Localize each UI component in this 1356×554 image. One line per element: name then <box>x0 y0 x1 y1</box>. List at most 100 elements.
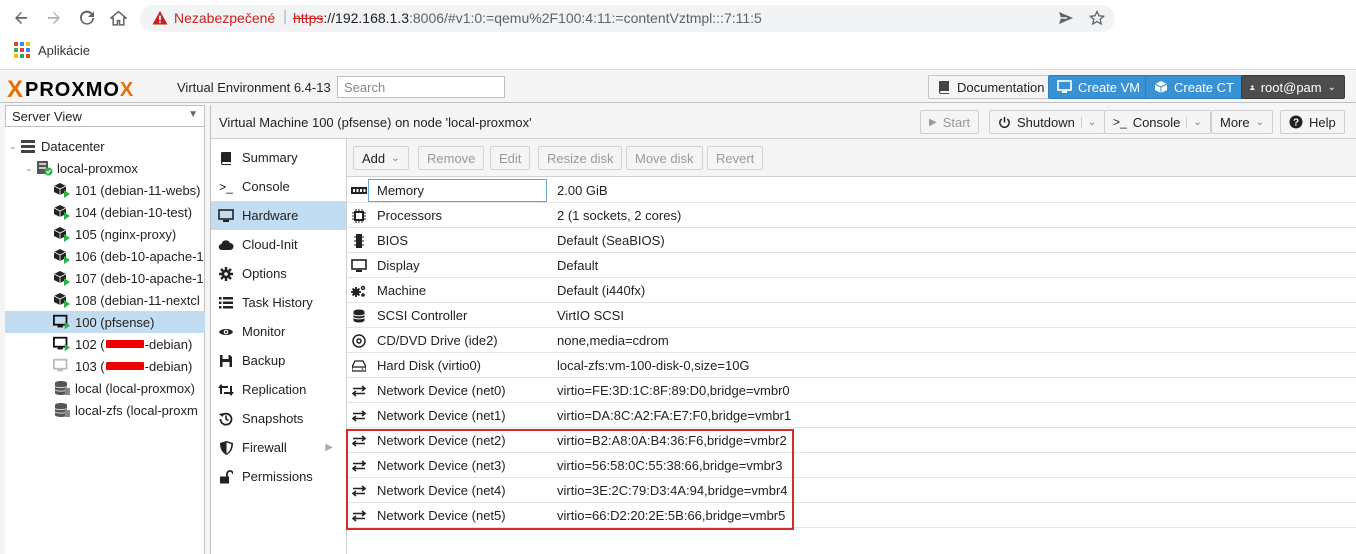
forward-arrow-icon[interactable] <box>41 6 67 30</box>
tree-item-ct-101[interactable]: 101 (debian-11-webs) <box>5 179 205 201</box>
table-row[interactable]: Network Device (net1) virtio=DA:8C:A2:FA… <box>347 403 1356 428</box>
hw-value: virtio=DA:8C:A2:FA:E7:F0,bridge=vmbr1 <box>557 408 792 423</box>
tree-item-label: 100 (pfsense) <box>75 314 155 330</box>
table-row[interactable]: Network Device (net2) virtio=B2:A8:0A:B4… <box>347 428 1356 453</box>
subnav-monitor[interactable]: Monitor <box>211 317 347 346</box>
table-row[interactable]: BIOS Default (SeaBIOS) <box>347 228 1356 253</box>
logo-x2: X <box>119 78 135 101</box>
remove-button[interactable]: Remove <box>418 146 485 170</box>
tree-item-vm-103[interactable]: 103 (-debian) <box>5 355 205 377</box>
back-arrow-icon[interactable] <box>8 6 34 30</box>
table-row[interactable]: Display Default <box>347 253 1356 278</box>
tree-item-label: 104 (debian-10-test) <box>75 204 193 220</box>
search-input[interactable]: Search <box>337 76 505 98</box>
tree-item-vm-100[interactable]: 100 (pfsense) <box>5 311 205 333</box>
create-ct-button[interactable]: Create CT <box>1145 75 1243 99</box>
vm-subnav: Summary >_ Console Hardware Cloud-Init O… <box>211 143 347 491</box>
subnav-console[interactable]: >_ Console <box>211 172 347 201</box>
resize-disk-button[interactable]: Resize disk <box>538 146 623 170</box>
shutdown-label: Shutdown <box>1017 114 1075 130</box>
subnav-hardware[interactable]: Hardware <box>211 201 347 230</box>
table-row[interactable]: Machine Default (i440fx) <box>347 278 1356 303</box>
tree-item-storage-local-zfs[interactable]: local-zfs (local-proxm <box>5 399 205 421</box>
tree-item-ct-105[interactable]: 105 (nginx-proxy) <box>5 223 205 245</box>
user-menu-button[interactable]: root@pam ⌄ <box>1241 75 1345 99</box>
collapse-icon[interactable]: ⌄ <box>9 141 19 152</box>
expand-arrow-icon[interactable]: ▶ <box>325 442 333 453</box>
console-button[interactable]: >_ Console ⌄ <box>1104 110 1211 134</box>
server-view-select[interactable]: Server View ▼ <box>5 105 205 127</box>
memory-icon <box>351 183 367 199</box>
address-bar[interactable]: Nezabezpečené | https://192.168.1.3:8006… <box>140 5 1115 32</box>
hw-name: Network Device (net2) <box>377 433 506 448</box>
more-label: More <box>1220 114 1250 130</box>
reload-icon[interactable] <box>74 6 100 30</box>
table-row[interactable]: Network Device (net0) virtio=FE:3D:1C:8F… <box>347 378 1356 403</box>
collapse-icon[interactable]: ⌄ <box>25 163 35 174</box>
hw-name: Network Device (net3) <box>377 458 506 473</box>
main-panel: Virtual Machine 100 (pfsense) on node 'l… <box>210 105 1356 554</box>
table-row[interactable]: Memory 2.00 GiB <box>347 178 1356 203</box>
tree-item-datacenter[interactable]: ⌄ Datacenter <box>5 135 205 157</box>
ct-running-icon <box>53 182 71 198</box>
apps-grid-icon[interactable] <box>14 42 30 58</box>
tree-item-ct-107[interactable]: 107 (deb-10-apache-1 <box>5 267 205 289</box>
subnav-cloud-init[interactable]: Cloud-Init <box>211 230 347 259</box>
tree-item-ct-106[interactable]: 106 (deb-10-apache-1 <box>5 245 205 267</box>
subnav-options[interactable]: Options <box>211 259 347 288</box>
book-icon <box>939 81 949 94</box>
shutdown-button[interactable]: Shutdown ⌄ <box>989 110 1106 134</box>
apps-bookmark-label[interactable]: Aplikácie <box>38 43 90 58</box>
subnav-firewall[interactable]: Firewall ▶ <box>211 433 347 462</box>
add-button[interactable]: Add ⌄ <box>353 146 409 170</box>
table-row[interactable]: SCSI Controller VirtIO SCSI <box>347 303 1356 328</box>
subnav-permissions[interactable]: Permissions <box>211 462 347 491</box>
hardware-view: Add ⌄ Remove Edit Resize disk Move disk … <box>346 139 1356 554</box>
table-row[interactable]: Network Device (net5) virtio=66:D2:20:2E… <box>347 503 1356 528</box>
tree-item-ct-108[interactable]: 108 (debian-11-nextcl <box>5 289 205 311</box>
more-button[interactable]: More ⌄ <box>1211 110 1274 134</box>
home-icon[interactable] <box>105 6 131 30</box>
move-disk-button[interactable]: Move disk <box>626 146 703 170</box>
ct-running-icon <box>53 292 71 308</box>
table-row[interactable]: Network Device (net4) virtio=3E:2C:79:D3… <box>347 478 1356 503</box>
subnav-snapshots[interactable]: Snapshots <box>211 404 347 433</box>
hw-value: virtio=FE:3D:1C:8F:89:D0,bridge=vmbr0 <box>557 383 790 398</box>
table-row[interactable]: Hard Disk (virtio0) local-zfs:vm-100-dis… <box>347 353 1356 378</box>
tree-item-node[interactable]: ⌄ local-proxmox <box>5 157 205 179</box>
tree-item-vm-102[interactable]: 102 (-debian) <box>5 333 205 355</box>
star-icon[interactable] <box>1088 9 1106 27</box>
subnav-replication[interactable]: Replication <box>211 375 347 404</box>
edit-button[interactable]: Edit <box>490 146 531 170</box>
hw-name: BIOS <box>377 233 409 248</box>
table-row[interactable]: Network Device (net3) virtio=56:58:0C:55… <box>347 453 1356 478</box>
tree-item-storage-local[interactable]: local (local-proxmox) <box>5 377 205 399</box>
subnav-backup[interactable]: Backup <box>211 346 347 375</box>
revert-button[interactable]: Revert <box>707 146 764 170</box>
chevron-down-icon[interactable]: ⌄ <box>1080 116 1096 128</box>
exchange-icon <box>351 483 367 499</box>
subnav-task-history[interactable]: Task History <box>211 288 347 317</box>
subnav-label: Cloud-Init <box>242 237 298 252</box>
node-icon <box>35 160 53 176</box>
cogs-icon <box>351 283 367 299</box>
remove-label: Remove <box>427 150 476 166</box>
subnav-label: Backup <box>242 353 286 368</box>
tree-item-label-pre: 102 ( <box>75 336 105 352</box>
table-row[interactable]: Processors 2 (1 sockets, 2 cores) <box>347 203 1356 228</box>
tree-item-ct-104[interactable]: 104 (debian-10-test) <box>5 201 205 223</box>
chevron-down-icon[interactable]: ⌄ <box>1186 116 1202 128</box>
table-row[interactable]: CD/DVD Drive (ide2) none,media=cdrom <box>347 328 1356 353</box>
cloud-icon <box>217 239 235 251</box>
subnav-summary[interactable]: Summary <box>211 143 347 172</box>
create-vm-button[interactable]: Create VM <box>1048 75 1150 99</box>
help-button[interactable]: ? Help <box>1280 110 1345 134</box>
chevron-down-icon: ⌄ <box>391 152 400 164</box>
documentation-button[interactable]: Documentation <box>928 75 1054 99</box>
pve-header: X PROXMO X Virtual Environment 6.4-13 Se… <box>0 71 1356 103</box>
tree-item-label: local-proxmox <box>57 160 138 176</box>
send-icon[interactable] <box>1057 9 1075 27</box>
logo-x: X <box>7 76 25 103</box>
start-button[interactable]: ▶ Start <box>920 110 980 134</box>
hw-name: Machine <box>377 283 427 298</box>
